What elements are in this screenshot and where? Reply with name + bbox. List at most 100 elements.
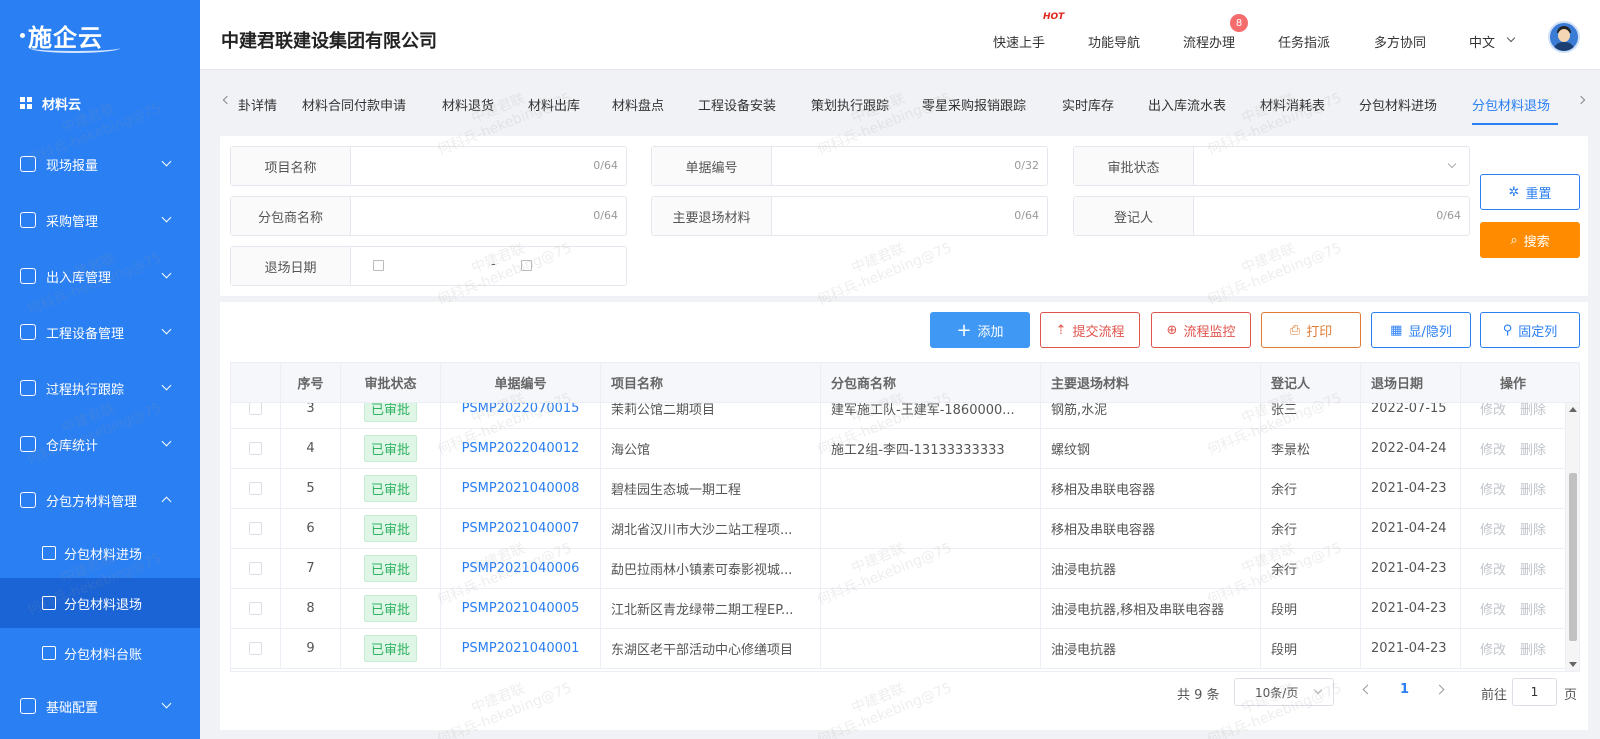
app-logo[interactable]: 施企云: [0, 0, 200, 70]
fix-columns-button[interactable]: ⚲ 固定列: [1480, 312, 1580, 348]
cell-project: 碧桂园生态城一期工程: [601, 469, 821, 508]
row-checkbox[interactable]: [249, 403, 262, 415]
toggle-columns-button[interactable]: ▦ 显/隐列: [1371, 312, 1471, 348]
submit-process-button[interactable]: ⇡ 提交流程: [1040, 312, 1140, 348]
main-material-input[interactable]: [772, 197, 1047, 235]
sub-name-input[interactable]: [351, 197, 626, 235]
table-scrollbar[interactable]: [1565, 403, 1579, 671]
sidebar-item-purchase[interactable]: 采购管理: [0, 192, 200, 248]
row-checkbox[interactable]: [249, 642, 262, 655]
doc-no-input[interactable]: [772, 147, 1047, 185]
tab-sporadic[interactable]: 零星采购报销跟踪: [922, 95, 1026, 114]
sidebar-item-subcontract[interactable]: 分包方材料管理: [0, 472, 200, 528]
tab-sub-exit[interactable]: 分包材料退场: [1472, 95, 1550, 114]
row-checkbox[interactable]: [249, 562, 262, 575]
table-row[interactable]: 8 已审批 PSMP2021040005 江北新区青龙绿带二期工程EP... 油浸电抗器…: [231, 589, 1579, 629]
sidebar-item-config[interactable]: 基础配置: [0, 678, 200, 734]
delete-link[interactable]: 删除: [1520, 519, 1546, 538]
filter-exit-date[interactable]: 退场日期 -: [230, 246, 627, 286]
doc-no-link[interactable]: PSMP2021040005: [462, 601, 580, 616]
delete-link[interactable]: 删除: [1520, 439, 1546, 458]
delete-link[interactable]: 删除: [1520, 403, 1546, 418]
current-page[interactable]: 1: [1400, 682, 1409, 697]
tab-return[interactable]: 材料退货: [442, 95, 494, 114]
edit-link[interactable]: 修改: [1480, 403, 1506, 418]
entry-icon: [42, 546, 56, 560]
doc-no-link[interactable]: PSMP2021040001: [462, 641, 580, 656]
edit-link[interactable]: 修改: [1480, 439, 1506, 458]
sidebar-subitem-exit[interactable]: 分包材料退场: [0, 578, 200, 628]
tab-plan-tracking[interactable]: 策划执行跟踪: [811, 95, 889, 114]
avatar[interactable]: [1548, 21, 1580, 53]
edit-link[interactable]: 修改: [1480, 519, 1506, 538]
header-doc-no: 单据编号: [441, 363, 601, 402]
table-row[interactable]: 7 已审批 PSMP2021040006 勐巴拉雨林小镇素可泰影视城... 油浸电抗器余…: [231, 549, 1579, 589]
filter-approval-status[interactable]: 审批状态: [1073, 146, 1470, 186]
cell-sub-name: [821, 629, 1041, 668]
sidebar-subitem-entry[interactable]: 分包材料进场: [0, 528, 200, 578]
tab-inventory-check[interactable]: 材料盘点: [612, 95, 664, 114]
process-monitor-button[interactable]: ⊕ 流程监控: [1151, 312, 1251, 348]
sidebar-subitem-ledger[interactable]: 分包材料台账: [0, 628, 200, 678]
row-checkbox[interactable]: [249, 602, 262, 615]
table-cell: 修改 删除: [1461, 509, 1565, 548]
refresh-icon: ✲: [1508, 184, 1520, 200]
table-header: 序号 审批状态 单据编号 项目名称 分包商名称 主要退场材料 登记人 退场日期 …: [231, 363, 1579, 403]
doc-no-link[interactable]: PSMP2021040007: [462, 521, 580, 536]
tab-realtime-stock[interactable]: 实时库存: [1062, 95, 1114, 114]
tab-sub-entry[interactable]: 分包材料进场: [1359, 95, 1437, 114]
delete-link[interactable]: 删除: [1520, 479, 1546, 498]
nav-function[interactable]: 功能导航: [1088, 32, 1140, 51]
header-sub-name: 分包商名称: [821, 363, 1041, 402]
goto-page-input[interactable]: 1: [1512, 678, 1557, 706]
delete-link[interactable]: 删除: [1520, 639, 1546, 658]
tab-payment[interactable]: 材料合同付款申请: [302, 95, 406, 114]
scroll-up-icon[interactable]: [1569, 407, 1577, 412]
tab-flow[interactable]: 出入库流水表: [1148, 95, 1226, 114]
edit-link[interactable]: 修改: [1480, 639, 1506, 658]
doc-no-link[interactable]: PSMP2021040006: [462, 561, 580, 576]
cell-index: 6: [281, 509, 341, 548]
scroll-down-icon[interactable]: [1569, 662, 1577, 667]
edit-link[interactable]: 修改: [1480, 599, 1506, 618]
table-row[interactable]: 9 已审批 PSMP2021040001 东湖区老干部活动中心修缮项目 油浸电抗器 段明 2…: [231, 629, 1579, 669]
tab-detail[interactable]: 卦详情: [238, 95, 277, 114]
edit-link[interactable]: 修改: [1480, 479, 1506, 498]
sidebar-item-tracking[interactable]: 过程执行跟踪: [0, 360, 200, 416]
delete-link[interactable]: 删除: [1520, 559, 1546, 578]
registrar-input[interactable]: [1194, 197, 1469, 235]
sidebar-item-equipment[interactable]: 工程设备管理: [0, 304, 200, 360]
delete-link[interactable]: 删除: [1520, 599, 1546, 618]
project-name-input[interactable]: [351, 147, 626, 185]
row-checkbox[interactable]: [249, 442, 262, 455]
sidebar-item-report[interactable]: 现场报量: [0, 136, 200, 192]
page-size-select[interactable]: 10条/页: [1234, 678, 1334, 706]
nav-collab[interactable]: 多方协同: [1374, 32, 1426, 51]
reset-button[interactable]: ✲ 重置: [1480, 174, 1580, 210]
doc-no-link[interactable]: PSMP2022040012: [462, 441, 580, 456]
cell-registrar: 段明: [1261, 629, 1361, 668]
sidebar-item-warehouse[interactable]: 出入库管理: [0, 248, 200, 304]
row-checkbox[interactable]: [249, 522, 262, 535]
doc-no-link[interactable]: PSMP2021040008: [462, 481, 580, 496]
tab-outbound[interactable]: 材料出库: [528, 95, 580, 114]
tab-consumption[interactable]: 材料消耗表: [1260, 95, 1325, 114]
purchase-icon: [20, 212, 36, 228]
nav-quick-start[interactable]: 快速上手: [993, 32, 1045, 51]
table-row[interactable]: 4 已审批 PSMP2022040012 海公馆 施工2组-李四-13133333333…: [231, 429, 1579, 469]
scroll-thumb[interactable]: [1569, 473, 1577, 641]
table-row[interactable]: 5 已审批 PSMP2021040008 碧桂园生态城一期工程 移相及串联电容器 余行 20…: [231, 469, 1579, 509]
nav-task[interactable]: 任务指派: [1278, 32, 1330, 51]
nav-process[interactable]: 流程办理: [1183, 32, 1235, 51]
search-button[interactable]: ⌕ 搜索: [1480, 222, 1580, 258]
language-select[interactable]: 中文: [1469, 32, 1495, 51]
sidebar-item-statistics[interactable]: 仓库统计: [0, 416, 200, 472]
table-row[interactable]: 6 已审批 PSMP2021040007 湖北省汉川市大沙二站工程项... 移相及串联电…: [231, 509, 1579, 549]
row-checkbox[interactable]: [249, 482, 262, 495]
add-button[interactable]: + 添加: [930, 312, 1030, 348]
table-row[interactable]: 3 已审批 PSMP2022070015 茉莉公馆二期项目 建军施工队-王建军-1860…: [231, 403, 1579, 429]
print-button[interactable]: ⎙ 打印: [1261, 312, 1361, 348]
tab-equipment-install[interactable]: 工程设备安装: [698, 95, 776, 114]
doc-no-link[interactable]: PSMP2022070015: [462, 403, 580, 416]
edit-link[interactable]: 修改: [1480, 559, 1506, 578]
